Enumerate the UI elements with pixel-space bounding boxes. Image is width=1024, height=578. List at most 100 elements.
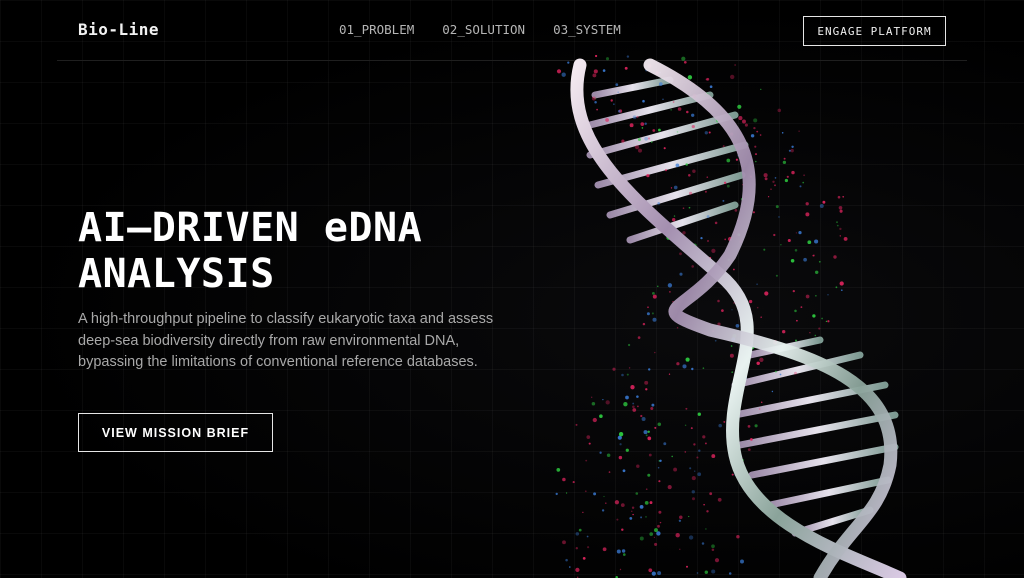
dna-particle [840,289,843,292]
dna-particle [645,388,648,391]
dna-particle [711,544,715,549]
nav-link-problem[interactable]: 01_PROBLEM [339,22,414,37]
dna-particle [585,459,588,462]
dna-particle [602,398,604,401]
dna-particle [691,265,694,268]
dna-particle [701,542,705,545]
dna-particle [651,403,655,407]
dna-particle [763,173,768,178]
dna-particle [702,367,705,369]
dna-particle [643,430,648,435]
dna-particle [764,291,769,296]
dna-particle [777,108,782,113]
dna-particle [617,91,620,94]
dna-particle [794,249,798,252]
dna-particle [664,169,668,172]
dna-particle [556,69,562,74]
dna-particle [681,56,686,61]
dna-particle [616,549,621,554]
dna-particle [736,534,740,539]
dna-particle [616,518,619,521]
dna-particle [760,401,763,404]
dna-particle [591,396,593,398]
dna-particle [756,361,760,366]
dna-particle [771,390,774,393]
dna-particle [740,559,744,564]
dna-particle [630,385,635,390]
dna-particle [800,306,803,309]
dna-particle [645,434,648,437]
dna-particle [839,227,842,231]
dna-particle [714,339,717,342]
dna-particle [642,99,645,103]
dna-particle [667,485,672,490]
dna-particle [724,238,727,241]
dna-particle [682,231,686,235]
dna-rung [748,443,899,479]
dna-particle [603,495,605,498]
nav-link-system[interactable]: 03_SYSTEM [553,22,621,37]
dna-particle [734,209,738,212]
dna-particle [602,547,607,552]
dna-particle [670,187,673,189]
dna-particle [791,170,795,175]
dna-particle [799,185,802,188]
dna-particle [705,528,707,530]
dna-particle [649,532,654,536]
dna-particle [802,181,805,184]
dna-particle [842,195,845,198]
dna-particle [782,160,787,165]
dna-particle [654,528,658,533]
dna-particle [805,212,810,217]
dna-particle [689,191,693,195]
dna-particle [704,190,707,193]
dna-particle [759,134,762,136]
dna-particle [605,118,609,122]
dna-particle [578,528,582,532]
nav-link-solution[interactable]: 02_SOLUTION [442,22,525,37]
dna-particle [814,239,819,244]
dna-particle [650,141,653,143]
dna-particle [648,568,653,573]
dna-particle [619,568,622,571]
dna-particle [697,472,702,477]
dna-particle [714,221,718,225]
dna-particle [711,248,716,253]
dna-particle [640,414,643,418]
dna-particle [764,177,768,181]
logo[interactable]: Bio-Line [78,20,159,39]
dna-particle [723,420,726,423]
dna-particle [624,66,628,70]
dna-particle [605,400,610,405]
landing-page: Bio-Line 01_PROBLEM 02_SOLUTION 03_SYSTE… [0,0,1024,578]
dna-particle [627,343,631,347]
dna-particle [814,334,817,337]
dna-particle [753,118,758,123]
dna-particle [756,283,758,286]
dna-particle [805,202,809,206]
dna-particle [798,230,802,235]
dna-particle [780,243,782,246]
dna-particle [562,540,566,545]
dna-particle [632,405,635,409]
dna-particle [658,510,662,514]
dna-particle [812,254,815,257]
dna-particle [619,443,622,446]
dna-particle [798,130,800,132]
dna-particle [637,137,641,142]
dna-particle [705,78,708,81]
dna-particle [647,430,650,434]
dna-particle [791,145,794,148]
dna-particle [657,128,661,132]
view-mission-brief-button[interactable]: VIEW MISSION BRIEF [78,413,273,452]
dna-particle [753,126,756,130]
dna-particle [648,453,652,457]
engage-platform-button[interactable]: ENGAGE PLATFORM [803,16,946,46]
dna-particle [601,509,605,512]
dna-particle [818,327,821,330]
dna-particle [839,209,843,213]
dna-particle [652,294,657,299]
dna-particle [704,131,708,135]
dna-particle [673,467,678,472]
dna-particle [608,471,611,473]
